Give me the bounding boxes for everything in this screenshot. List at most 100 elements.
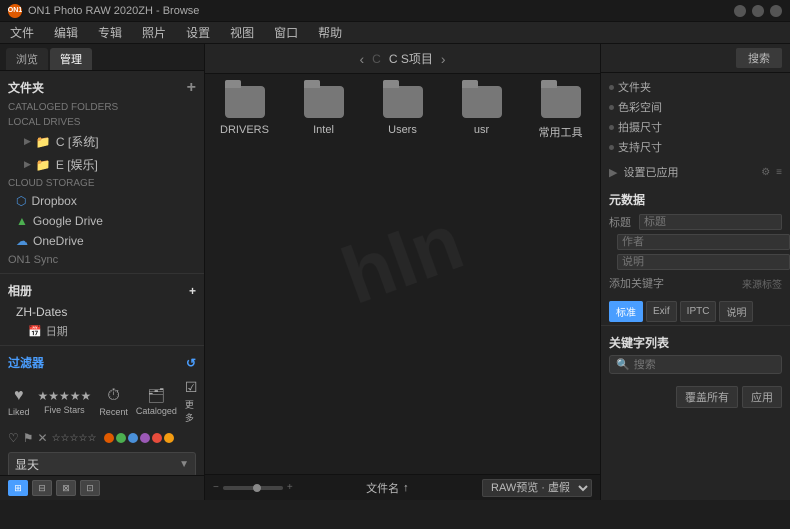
file-item-intel[interactable]: Intel xyxy=(294,84,353,140)
exif-btn-exif[interactable]: Exif xyxy=(646,301,677,322)
on1-sync-label: ON1 Sync xyxy=(0,251,204,269)
metadata-title: 元数据 xyxy=(609,187,782,212)
nav-forward-button[interactable]: › xyxy=(441,51,446,67)
filter-liked[interactable]: ♥ Liked xyxy=(8,387,30,417)
cloud-dropbox[interactable]: ⬡ Dropbox xyxy=(0,191,204,211)
exif-btn-desc[interactable]: 说明 xyxy=(719,301,753,322)
filter-refresh-button[interactable]: ↺ xyxy=(186,356,196,370)
info-support-size-label: 支持尺寸 xyxy=(618,139,662,155)
menu-settings[interactable]: 设置 xyxy=(182,22,214,43)
filter-five-stars[interactable]: ★★★★★ Five Stars xyxy=(38,389,92,415)
tab-manage[interactable]: 管理 xyxy=(50,48,92,70)
folder-section-title: 文件夹 xyxy=(8,79,44,96)
color-dots xyxy=(104,433,174,443)
file-item-usr[interactable]: usr xyxy=(452,84,511,140)
album-section-header: 相册 + xyxy=(0,278,204,303)
menu-file[interactable]: 文件 xyxy=(6,22,38,43)
keyword-title: 关键字列表 xyxy=(609,330,782,355)
color-dot-green[interactable] xyxy=(116,433,126,443)
exif-btn-standard[interactable]: 标准 xyxy=(609,301,643,322)
color-dot-purple[interactable] xyxy=(140,433,150,443)
zh-dates[interactable]: ZH-Dates xyxy=(0,303,204,321)
color-dot-red[interactable] xyxy=(152,433,162,443)
zoom-slider[interactable] xyxy=(223,486,283,490)
cloud-onedrive[interactable]: ☁ OneDrive xyxy=(0,231,204,251)
file-item-tools[interactable]: 常用工具 xyxy=(531,84,590,140)
nav-back-button[interactable]: ‹ xyxy=(359,51,364,67)
zoom-in-icon[interactable]: + xyxy=(287,482,293,493)
file-item-drivers[interactable]: DRIVERS xyxy=(215,84,274,140)
raw-select[interactable]: RAW预览 · 虚假 xyxy=(482,479,592,497)
add-album-button[interactable]: + xyxy=(189,284,196,298)
apply-button[interactable]: 应用 xyxy=(742,386,782,408)
date-sub-label: 日期 xyxy=(46,323,68,339)
filter-recent[interactable]: ⏱ Recent xyxy=(99,387,128,417)
info-color-space: 色彩空间 xyxy=(609,97,782,117)
menu-help[interactable]: 帮助 xyxy=(314,22,346,43)
sort-control[interactable]: 文件名 ↑ xyxy=(366,480,409,496)
drive-e[interactable]: ▶ 📁 E [娱乐] xyxy=(0,153,204,176)
window-title: ON1 Photo RAW 2020ZH - Browse xyxy=(28,5,199,17)
rating-x-icon[interactable]: ✕ xyxy=(38,431,48,445)
drive-c-label: C [系统] xyxy=(56,133,99,150)
drive-e-label: E [娱乐] xyxy=(56,156,98,173)
view-button-compare[interactable]: ⊡ xyxy=(80,480,100,496)
zoom-out-icon[interactable]: − xyxy=(213,482,219,493)
menu-photo[interactable]: 照片 xyxy=(138,22,170,43)
exif-btn-iptc[interactable]: IPTC xyxy=(680,301,717,322)
settings-label: 设置已应用 xyxy=(623,164,678,180)
apply-all-button[interactable]: 覆盖所有 xyxy=(676,386,738,408)
view-button-detail[interactable]: ⊠ xyxy=(56,480,76,496)
minimize-button[interactable] xyxy=(734,5,746,17)
color-dot-yellow[interactable] xyxy=(164,433,174,443)
filter-title: 过滤器 xyxy=(8,354,44,371)
title-bar: ON1 ON1 Photo RAW 2020ZH - Browse xyxy=(0,0,790,22)
meta-desc-input[interactable] xyxy=(617,254,790,270)
right-bottom-buttons: 覆盖所有 应用 xyxy=(601,382,790,412)
settings-list-icon[interactable]: ≡ xyxy=(776,167,782,178)
meta-author-input[interactable] xyxy=(617,234,790,250)
maximize-button[interactable] xyxy=(752,5,764,17)
add-folder-button[interactable]: + xyxy=(187,80,196,96)
meta-title-row: 标题 xyxy=(609,212,782,232)
menu-window[interactable]: 窗口 xyxy=(270,22,302,43)
view-button-grid[interactable]: ⊞ xyxy=(8,480,28,496)
keyword-search-input[interactable] xyxy=(634,359,775,371)
star-icon: ★★★★★ xyxy=(38,389,92,403)
menu-bar: 文件 编辑 专辑 照片 设置 视图 窗口 帮助 xyxy=(0,22,790,44)
info-capture-size: 拍摄尺寸 xyxy=(609,117,782,137)
info-capture-size-label: 拍摄尺寸 xyxy=(618,119,662,135)
view-button-list[interactable]: ⊟ xyxy=(32,480,52,496)
date-sub[interactable]: 📅 日期 xyxy=(0,321,204,341)
filter-cataloged[interactable]: 🗂 Cataloged xyxy=(136,387,177,416)
settings-row[interactable]: ▶ 设置已应用 ⚙ ≡ xyxy=(601,161,790,183)
filter-more[interactable]: ☑ 更多 xyxy=(185,379,198,424)
meta-title-label: 标题 xyxy=(609,214,631,230)
drive-c[interactable]: ▶ 📁 C [系统] xyxy=(0,130,204,153)
menu-album[interactable]: 专辑 xyxy=(94,22,126,43)
zh-dates-label: ZH-Dates xyxy=(16,305,67,319)
folder-icon-users xyxy=(383,84,423,120)
file-item-users[interactable]: Users xyxy=(373,84,432,140)
rating-flag-icon[interactable]: ⚑ xyxy=(23,431,34,445)
menu-view[interactable]: 视图 xyxy=(226,22,258,43)
filter-cataloged-label: Cataloged xyxy=(136,406,177,416)
file-name-drivers: DRIVERS xyxy=(220,124,269,136)
settings-icon[interactable]: ⚙ xyxy=(761,167,770,178)
menu-edit[interactable]: 编辑 xyxy=(50,22,82,43)
keyword-section: 关键字列表 🔍 xyxy=(601,325,790,382)
clock-icon: ⏱ xyxy=(107,387,119,405)
color-dot-orange[interactable] xyxy=(104,433,114,443)
meta-title-input[interactable] xyxy=(639,214,782,230)
display-dropdown[interactable]: 显天 ▼ xyxy=(8,452,196,475)
cloud-google-drive[interactable]: ▲ Google Drive xyxy=(0,211,204,231)
close-button[interactable] xyxy=(770,5,782,17)
right-search-button[interactable]: 搜索 xyxy=(736,48,782,68)
tab-browse[interactable]: 浏览 xyxy=(6,48,48,70)
catalog-icon: 🗂 xyxy=(147,387,165,404)
rating-star-display: ☆☆☆☆☆ xyxy=(52,433,97,444)
color-dot-blue[interactable] xyxy=(128,433,138,443)
center-panel: ‹ C C S项目 › DRIVERS Intel xyxy=(205,44,600,500)
rating-heart-icon[interactable]: ♡ xyxy=(8,431,19,445)
right-panel-top: 搜索 xyxy=(601,44,790,73)
